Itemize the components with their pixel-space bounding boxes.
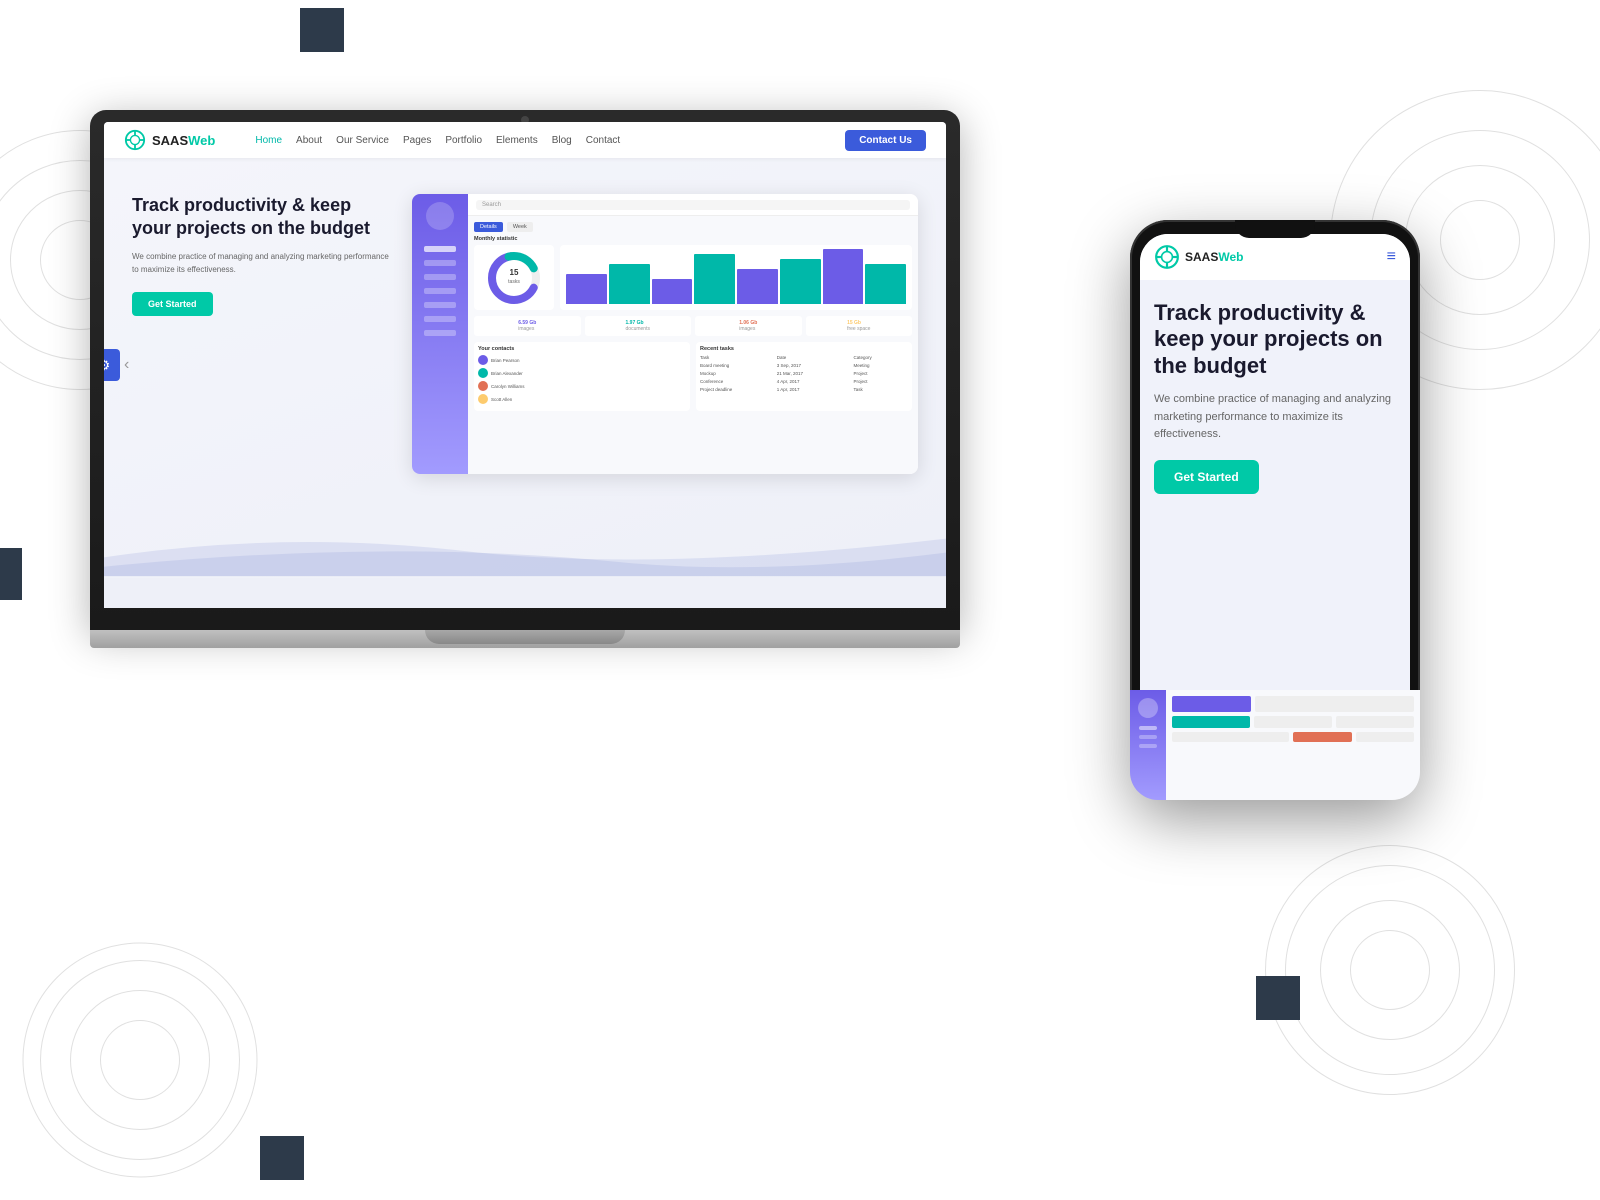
bar-6 <box>780 259 821 304</box>
avatar-4 <box>478 394 488 404</box>
nav-home[interactable]: Home <box>255 135 282 146</box>
nav-contact[interactable]: Contact <box>586 135 620 146</box>
phone-screen: SAASWeb ≡ Track productivity & keep your… <box>1140 234 1410 786</box>
phone-hero-subtitle: We combine practice of managing and anal… <box>1154 391 1396 444</box>
gear-icon: ⚙ <box>104 357 110 374</box>
hero-section: Track productivity & keep your projects … <box>104 158 946 578</box>
laptop-mockup: ⚙ ‹ <box>90 110 960 750</box>
contact-2: Brian Alexander <box>478 368 686 378</box>
dash-sidebar <box>412 194 468 474</box>
contact-name-4: Scott Allen <box>491 397 512 402</box>
phone-logo: SAASWeb <box>1154 244 1243 270</box>
task-3: Conference 4 Apr, 2017 Project <box>700 379 908 384</box>
site-navigation: SAASWeb Home About Our Service Pages Por… <box>104 122 946 158</box>
bar-1 <box>566 274 607 304</box>
laptop-screen: ⚙ ‹ <box>90 110 960 630</box>
contact-name-1: Brian Pearson <box>491 358 520 363</box>
task-1: Board meeting 3 Sep, 2017 Meeting <box>700 363 908 368</box>
dash-main: Search Details Week Monthly statistic <box>468 194 918 474</box>
phone-hero: Track productivity & keep your projects … <box>1140 280 1410 514</box>
laptop-base <box>90 630 960 648</box>
nav-links: Home About Our Service Pages Portfolio E… <box>255 135 620 146</box>
get-started-button[interactable]: Get Started <box>132 292 213 316</box>
dash-donut-area: 15 tasks <box>474 245 554 310</box>
phone-mockup: SAASWeb ≡ Track productivity & keep your… <box>1130 220 1420 820</box>
laptop-foot <box>425 630 625 644</box>
phone-notch <box>1235 220 1315 238</box>
bar-2 <box>609 264 650 304</box>
hero-wave <box>104 518 946 578</box>
dash-stats-row: 6.59 Gb images 1.97 Gb documents <box>474 316 912 336</box>
contact-name-2: Brian Alexander <box>491 371 523 376</box>
phone-hero-title: Track productivity & keep your projects … <box>1154 300 1396 379</box>
chevron-left-icon: ‹ <box>124 356 129 373</box>
svg-text:tasks: tasks <box>508 279 520 285</box>
stat-images2: 1.06 Gb images <box>695 316 802 336</box>
stat-free-space: 15 Gb free space <box>806 316 913 336</box>
dash-topbar: Search <box>468 194 918 216</box>
nav-portfolio[interactable]: Portfolio <box>445 135 482 146</box>
dash-table-row: Your contacts Brian Pearson Brian Alexan… <box>474 342 912 411</box>
phone-dash-sidebar <box>1140 690 1166 786</box>
dash-tabs: Details Week <box>474 222 912 232</box>
nav-pages[interactable]: Pages <box>403 135 431 146</box>
nav-service[interactable]: Our Service <box>336 135 389 146</box>
contact-4: Scott Allen <box>478 394 686 404</box>
phone-body: SAASWeb ≡ Track productivity & keep your… <box>1130 220 1420 800</box>
logo-brand: SAASWeb <box>152 133 215 148</box>
logo-icon <box>124 129 146 151</box>
task-2: Mockup 21 Mar, 2017 Project <box>700 371 908 376</box>
decorative-square-3 <box>1256 976 1300 1020</box>
bar-5 <box>737 269 778 304</box>
contact-1: Brian Pearson <box>478 355 686 365</box>
bar-3 <box>652 279 693 304</box>
bar-8 <box>865 264 906 304</box>
bar-7 <box>823 249 864 304</box>
monthly-statistic-title: Monthly statistic <box>474 236 912 242</box>
site-logo: SAASWeb <box>124 129 215 151</box>
dash-contacts: Your contacts Brian Pearson Brian Alexan… <box>474 342 690 411</box>
phone-navigation: SAASWeb ≡ <box>1140 234 1410 280</box>
dashboard-preview: Search Details Week Monthly statistic <box>412 194 918 474</box>
contact-3: Carolyn Williams <box>478 381 686 391</box>
avatar-2 <box>478 368 488 378</box>
settings-button[interactable]: ⚙ <box>104 349 120 381</box>
svg-text:15: 15 <box>510 268 519 277</box>
stat-documents: 1.97 Gb documents <box>585 316 692 336</box>
phone-dashboard-bottom <box>1140 690 1410 786</box>
hero-content: Track productivity & keep your projects … <box>132 184 392 316</box>
phone-get-started-button[interactable]: Get Started <box>1154 460 1259 494</box>
laptop-display: ⚙ ‹ <box>104 122 946 608</box>
dash-content: Details Week Monthly statistic <box>468 216 918 417</box>
decorative-square-1 <box>300 8 344 52</box>
hero-subtitle: We combine practice of managing and anal… <box>132 251 392 277</box>
task-4: Project deadline 1 Apr, 2017 Task <box>700 387 908 392</box>
nav-elements[interactable]: Elements <box>496 135 538 146</box>
dash-tab-details[interactable]: Details <box>474 222 503 232</box>
nav-about[interactable]: About <box>296 135 322 146</box>
stat-images: 6.59 Gb images <box>474 316 581 336</box>
dash-bar-area <box>560 245 912 310</box>
avatar-1 <box>478 355 488 365</box>
decorative-square-2 <box>0 548 22 600</box>
nav-blog[interactable]: Blog <box>552 135 572 146</box>
contact-name-3: Carolyn Williams <box>491 384 525 389</box>
bar-4 <box>694 254 735 304</box>
donut-chart: 15 tasks <box>484 248 544 308</box>
dash-tasks: Recent tasks Task Date Category Board me… <box>696 342 912 411</box>
hamburger-icon[interactable]: ≡ <box>1387 248 1396 266</box>
phone-dash-content <box>1166 690 1410 786</box>
dash-tab-week[interactable]: Week <box>507 222 533 232</box>
dash-chart-row: 15 tasks <box>474 245 912 310</box>
hero-title: Track productivity & keep your projects … <box>132 194 392 241</box>
phone-logo-icon <box>1154 244 1180 270</box>
avatar-3 <box>478 381 488 391</box>
task-header: Task Date Category <box>700 355 908 360</box>
contact-us-button[interactable]: Contact Us <box>845 130 926 151</box>
decorative-square-4 <box>260 1136 304 1180</box>
prev-arrow[interactable]: ‹ <box>124 356 129 374</box>
dash-search: Search <box>476 200 910 210</box>
